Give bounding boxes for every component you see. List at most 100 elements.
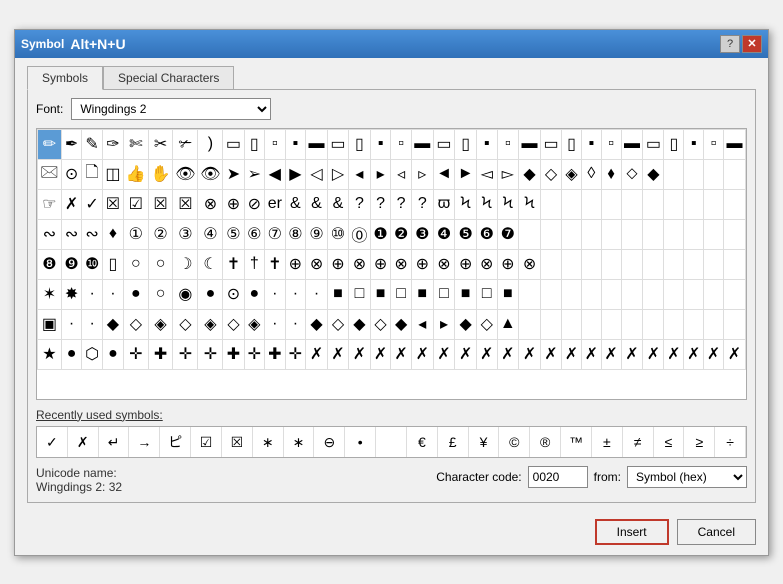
symbol-cell[interactable] — [621, 279, 643, 309]
symbol-cell[interactable]: ✂ — [148, 129, 173, 159]
symbol-cell[interactable]: ✗ — [601, 339, 621, 369]
symbol-cell[interactable]: ▯ — [664, 129, 684, 159]
symbol-cell[interactable] — [621, 189, 643, 219]
symbol-cell[interactable]: er — [265, 189, 286, 219]
symbol-cell[interactable]: ▪ — [581, 129, 601, 159]
symbol-cell[interactable]: ◀ — [265, 159, 286, 189]
symbol-cell[interactable]: ? — [411, 189, 433, 219]
symbol-cell[interactable]: ◈ — [562, 159, 582, 189]
symbol-cell[interactable]: □ — [433, 279, 455, 309]
symbol-cell[interactable]: Ϟ — [519, 189, 541, 219]
symbol-cell[interactable]: ⊕ — [455, 249, 477, 279]
symbol-cell[interactable]: ✗ — [540, 339, 561, 369]
symbol-cell[interactable]: □ — [391, 279, 412, 309]
symbol-cell[interactable]: ❾ — [61, 249, 82, 279]
symbol-cell[interactable]: ⊕ — [411, 249, 433, 279]
symbol-cell[interactable]: ✗ — [643, 339, 664, 369]
symbol-cell[interactable] — [723, 219, 745, 249]
symbol-cell[interactable] — [540, 249, 561, 279]
symbol-cell[interactable]: ⊗ — [519, 249, 541, 279]
symbol-cell[interactable] — [684, 159, 704, 189]
recent-symbol-cell[interactable]: ⊖ — [314, 427, 345, 457]
symbol-cell[interactable]: ● — [198, 279, 223, 309]
recent-symbol-cell[interactable]: ✗ — [68, 427, 99, 457]
symbol-cell[interactable] — [519, 219, 541, 249]
recent-symbol-cell[interactable]: £ — [438, 427, 469, 457]
symbol-cell[interactable]: 👁 — [198, 159, 223, 189]
symbol-cell[interactable]: ✗ — [519, 339, 541, 369]
symbol-cell[interactable]: ⊗ — [433, 249, 455, 279]
symbol-cell[interactable]: ◆ — [306, 309, 328, 339]
recent-symbol-cell[interactable] — [376, 427, 407, 457]
symbol-cell[interactable]: ✚ — [265, 339, 286, 369]
symbol-cell[interactable]: · — [61, 309, 82, 339]
symbol-cell[interactable]: ▯ — [562, 129, 582, 159]
symbol-cell[interactable] — [581, 249, 601, 279]
symbol-cell[interactable]: □ — [349, 279, 371, 309]
symbol-cell[interactable]: ◇ — [370, 309, 391, 339]
symbol-cell[interactable]: ⊗ — [306, 249, 328, 279]
symbol-cell[interactable]: · — [82, 279, 103, 309]
symbol-cell[interactable]: ◆ — [102, 309, 123, 339]
recent-symbol-cell[interactable]: ÷ — [715, 427, 746, 457]
symbol-cell[interactable]: ○ — [148, 249, 173, 279]
symbol-cell[interactable]: · — [265, 309, 286, 339]
symbol-cell[interactable]: ◂ — [349, 159, 371, 189]
symbol-cell[interactable]: ▫ — [391, 129, 412, 159]
symbol-cell[interactable]: ✶ — [38, 279, 62, 309]
symbol-cell[interactable]: ➤ — [223, 159, 244, 189]
symbol-cell[interactable]: ✛ — [285, 339, 306, 369]
symbol-cell[interactable]: ⊘ — [244, 189, 265, 219]
symbol-cell[interactable]: 🖂 — [38, 159, 62, 189]
symbol-cell[interactable] — [601, 189, 621, 219]
symbol-cell[interactable]: & — [306, 189, 328, 219]
symbol-cell[interactable]: ✛ — [244, 339, 265, 369]
symbol-cell[interactable]: ϖ — [433, 189, 455, 219]
symbol-cell[interactable]: ◂ — [411, 309, 433, 339]
symbol-cell[interactable] — [581, 219, 601, 249]
help-button[interactable]: ? — [720, 35, 740, 53]
symbol-cell[interactable]: · — [82, 309, 103, 339]
symbol-cell[interactable]: ☞ — [38, 189, 62, 219]
symbol-cell[interactable]: ◇ — [173, 309, 198, 339]
symbol-cell[interactable]: ● — [244, 279, 265, 309]
symbol-cell[interactable] — [581, 279, 601, 309]
symbol-cell[interactable]: ■ — [411, 279, 433, 309]
symbol-cell[interactable]: ⓪ — [349, 219, 371, 249]
symbol-cell[interactable]: ✗ — [61, 189, 82, 219]
symbol-cell[interactable]: 🗋 — [82, 159, 103, 189]
symbol-cell[interactable] — [684, 249, 704, 279]
symbol-cell[interactable] — [562, 219, 582, 249]
symbol-cell[interactable]: ✗ — [455, 339, 477, 369]
symbol-cell[interactable]: ✛ — [124, 339, 149, 369]
symbol-cell[interactable]: ▫ — [704, 129, 724, 159]
symbol-cell[interactable] — [540, 219, 561, 249]
symbol-cell[interactable]: ▬ — [519, 129, 541, 159]
tab-special-characters[interactable]: Special Characters — [103, 66, 234, 89]
symbol-cell[interactable]: ♦ — [102, 219, 123, 249]
symbol-cell[interactable]: ◆ — [519, 159, 541, 189]
symbol-cell[interactable]: ◁ — [306, 159, 328, 189]
symbol-cell[interactable] — [723, 249, 745, 279]
symbol-cell[interactable] — [562, 249, 582, 279]
symbol-cell[interactable]: ◇ — [327, 309, 348, 339]
symbol-cell[interactable] — [519, 309, 541, 339]
symbol-cell[interactable]: · — [306, 279, 328, 309]
symbol-cell[interactable] — [643, 279, 664, 309]
symbol-cell[interactable] — [704, 159, 724, 189]
symbol-cell[interactable]: ● — [102, 339, 123, 369]
recent-symbol-cell[interactable]: ® — [530, 427, 561, 457]
symbol-cell[interactable] — [601, 309, 621, 339]
symbol-cell[interactable]: ▬ — [723, 129, 745, 159]
symbol-cell[interactable]: ✸ — [61, 279, 82, 309]
symbol-cell[interactable]: ◅ — [476, 159, 497, 189]
symbol-cell[interactable]: ○ — [124, 249, 149, 279]
symbol-cell[interactable]: † — [244, 249, 265, 279]
symbol-cell[interactable]: ☽ — [173, 249, 198, 279]
symbol-cell[interactable]: Ϟ — [497, 189, 519, 219]
symbol-cell[interactable]: ✑ — [102, 129, 123, 159]
symbol-cell[interactable]: ✗ — [497, 339, 519, 369]
symbol-cell[interactable]: ✏ — [38, 129, 62, 159]
symbol-cell[interactable]: ▸ — [370, 159, 391, 189]
symbol-cell[interactable]: ■ — [497, 279, 519, 309]
